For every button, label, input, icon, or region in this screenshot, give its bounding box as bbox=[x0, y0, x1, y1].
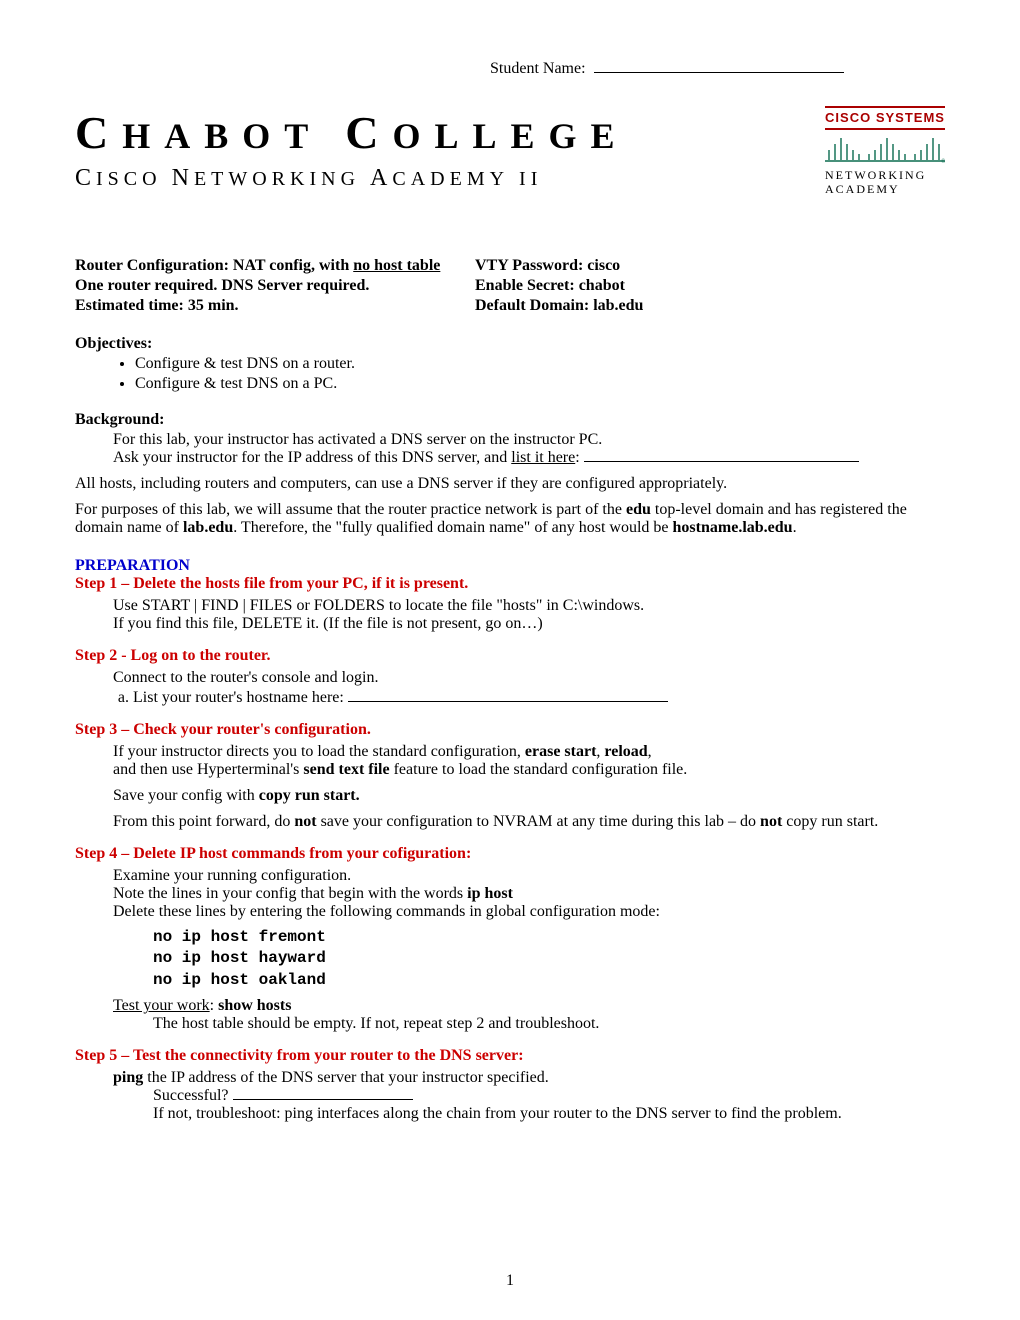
step-3-body: If your instructor directs you to load t… bbox=[113, 743, 945, 831]
bg-line: Ask your instructor for the IP address o… bbox=[113, 449, 945, 467]
list-item: Configure & test DNS on a router. bbox=[135, 355, 945, 373]
logo-brand: CISCO SYSTEMS bbox=[825, 106, 945, 130]
objectives-list: Configure & test DNS on a router. Config… bbox=[135, 355, 945, 393]
header-left: CHABOT COLLEGE CISCO NETWORKING ACADEMY … bbox=[75, 106, 825, 192]
text-line: Note the lines in your config that begin… bbox=[113, 885, 945, 903]
info-right-2: Enable Secret: chabot bbox=[475, 277, 945, 295]
college-title: CHABOT COLLEGE bbox=[75, 106, 825, 159]
text-line: From this point forward, do not save you… bbox=[113, 813, 945, 831]
step-5-body: ping the IP address of the DNS server th… bbox=[113, 1069, 945, 1087]
info-right: VTY Password: cisco Enable Secret: chabo… bbox=[475, 257, 945, 317]
logo-line2: ACADEMY bbox=[825, 182, 945, 196]
header: CHABOT COLLEGE CISCO NETWORKING ACADEMY … bbox=[75, 106, 945, 197]
hostname-blank[interactable] bbox=[348, 701, 668, 702]
student-name-label: Student Name: bbox=[490, 60, 586, 77]
text-line: If you find this file, DELETE it. (If th… bbox=[113, 615, 945, 633]
command-line: no ip host fremont bbox=[153, 927, 945, 949]
list-item: Configure & test DNS on a PC. bbox=[135, 375, 945, 393]
bg-para-2: All hosts, including routers and compute… bbox=[75, 475, 945, 493]
info-left-1: Router Configuration: NAT config, with n… bbox=[75, 257, 475, 275]
text-line: The host table should be empty. If not, … bbox=[153, 1015, 945, 1033]
text-line: If not, troubleshoot: ping interfaces al… bbox=[153, 1105, 945, 1123]
text-line: and then use Hyperterminal's send text f… bbox=[113, 761, 945, 779]
subtitle: CISCO NETWORKING ACADEMY II bbox=[75, 165, 825, 192]
preparation-head: PREPARATION bbox=[75, 557, 945, 575]
command-block: no ip host fremont no ip host hayward no… bbox=[153, 927, 945, 992]
logo-line1: NETWORKING bbox=[825, 168, 945, 182]
text-line: If your instructor directs you to load t… bbox=[113, 743, 945, 761]
text-line: ping the IP address of the DNS server th… bbox=[113, 1069, 945, 1087]
bg-line: For this lab, your instructor has activa… bbox=[113, 431, 945, 449]
step-3-head: Step 3 – Check your router's configurati… bbox=[75, 721, 945, 739]
info-right-3: Default Domain: lab.edu bbox=[475, 297, 945, 315]
text-line: Save your config with copy run start. bbox=[113, 787, 945, 805]
step-4-body: Examine your running configuration. Note… bbox=[113, 867, 945, 921]
background-head: Background: bbox=[75, 411, 945, 429]
command-line: no ip host hayward bbox=[153, 948, 945, 970]
bg-para-1: For this lab, your instructor has activa… bbox=[113, 431, 945, 467]
step-5-head: Step 5 – Test the connectivity from your… bbox=[75, 1047, 945, 1065]
info-right-1: VTY Password: cisco bbox=[475, 257, 945, 275]
command-line: no ip host oakland bbox=[153, 970, 945, 992]
svg-text:®: ® bbox=[941, 158, 945, 164]
text-line: Use START | FIND | FILES or FOLDERS to l… bbox=[113, 597, 945, 615]
text-line: Test your work: show hosts bbox=[113, 997, 945, 1015]
info-left-2: One router required. DNS Server required… bbox=[75, 277, 475, 295]
info-left-3: Estimated time: 35 min. bbox=[75, 297, 475, 315]
successful-blank[interactable] bbox=[233, 1099, 413, 1100]
student-name-blank[interactable] bbox=[594, 72, 844, 73]
text-line: Examine your running configuration. bbox=[113, 867, 945, 885]
step-5-sub: Successful? If not, troubleshoot: ping i… bbox=[153, 1087, 945, 1123]
cisco-logo: CISCO SYSTEMS ® NETWORKING ACADEMY bbox=[825, 106, 945, 197]
step-2-body: Connect to the router's console and logi… bbox=[113, 669, 945, 687]
text-line: Successful? bbox=[153, 1087, 945, 1105]
info-block: Router Configuration: NAT config, with n… bbox=[75, 257, 945, 317]
step-2-list: List your router's hostname here: bbox=[133, 689, 945, 707]
step-4-head: Step 4 – Delete IP host commands from yo… bbox=[75, 845, 945, 863]
bg-para-3: For purposes of this lab, we will assume… bbox=[75, 501, 945, 537]
step-4-test-result: The host table should be empty. If not, … bbox=[153, 1015, 945, 1033]
page-number: 1 bbox=[0, 1272, 1020, 1290]
text-line: Delete these lines by entering the follo… bbox=[113, 903, 945, 921]
step-1-head: Step 1 – Delete the hosts file from your… bbox=[75, 575, 945, 593]
logo-bridge-icon: ® bbox=[825, 130, 945, 168]
step-4-test: Test your work: show hosts bbox=[113, 997, 945, 1015]
dns-ip-blank[interactable] bbox=[584, 461, 859, 462]
list-item: List your router's hostname here: bbox=[133, 689, 945, 707]
student-name-line: Student Name: bbox=[75, 60, 945, 78]
objectives-head: Objectives: bbox=[75, 335, 945, 353]
info-left: Router Configuration: NAT config, with n… bbox=[75, 257, 475, 317]
text-line: Connect to the router's console and logi… bbox=[113, 669, 945, 687]
step-2-head: Step 2 - Log on to the router. bbox=[75, 647, 945, 665]
step-1-body: Use START | FIND | FILES or FOLDERS to l… bbox=[113, 597, 945, 633]
page: Student Name: CHABOT COLLEGE CISCO NETWO… bbox=[0, 0, 1020, 1320]
